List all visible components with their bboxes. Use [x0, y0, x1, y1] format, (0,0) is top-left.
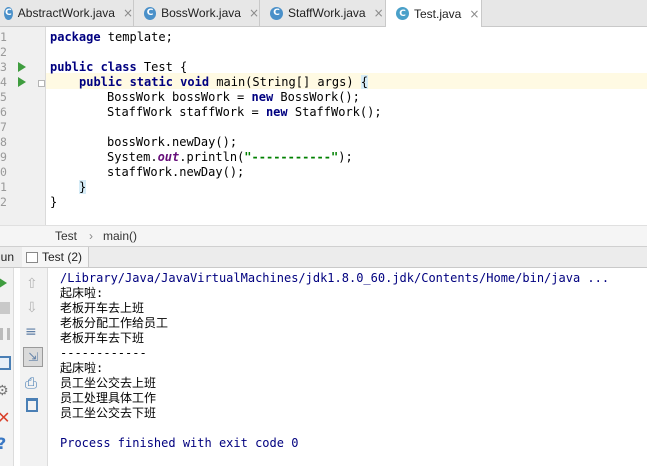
code-line: BossWork bossWork = new BossWork();	[107, 90, 360, 104]
run-method-icon[interactable]	[18, 77, 26, 87]
breadcrumb: Test › main()	[0, 225, 647, 247]
scroll-up-icon[interactable]: ⇧	[26, 276, 38, 292]
line-number: 6	[0, 105, 7, 119]
code-line: staffWork.newDay();	[107, 165, 245, 179]
class-icon: C	[144, 6, 157, 20]
line-number: 7	[0, 120, 7, 134]
line-number: 1	[0, 30, 7, 44]
tab-label: BossWork.java	[161, 6, 241, 20]
code-line: }	[79, 180, 87, 194]
run-toolbar-left: ⚙ ✕ ?	[0, 268, 14, 466]
code-line: public static void main(String[] args) {	[79, 75, 368, 89]
console-line: 员工坐公交去上班	[60, 376, 157, 390]
run-tab-label: Test (2)	[42, 250, 83, 264]
run-class-icon[interactable]	[18, 62, 26, 72]
rerun-icon[interactable]	[0, 276, 7, 290]
console-line: 老板分配工作给员工	[60, 316, 169, 330]
line-number: 4	[0, 75, 7, 89]
line-number: 0	[0, 165, 7, 179]
code-line: public class Test {	[50, 60, 188, 74]
run-config-icon	[26, 251, 38, 263]
settings-icon[interactable]: ⚙	[0, 383, 9, 399]
tab-label: StaffWork.java	[288, 6, 366, 20]
trash-icon[interactable]	[26, 398, 38, 412]
print-icon[interactable]: ⎙	[25, 374, 37, 392]
scroll-down-icon[interactable]: ⇩	[26, 300, 38, 316]
code-line: }	[50, 195, 58, 209]
console-line: 起床啦:	[60, 361, 104, 375]
code-editor[interactable]: package template; public class Test { pu…	[50, 27, 647, 225]
class-icon: C	[4, 6, 13, 20]
tab-test[interactable]: C Test.java ×	[386, 0, 482, 27]
run-toolbar-right: ⇧ ⇩ ≡ ⇲ ⎙	[20, 268, 48, 466]
run-panel-header: Run Test (2)	[0, 247, 647, 268]
console-line: 员工坐公交去下班	[60, 406, 157, 420]
line-number-gutter: 1 2 3 4 5 6 7 8 9 0 1 2	[0, 27, 46, 225]
class-icon: C	[270, 6, 283, 20]
run-panel-label: Run	[0, 250, 15, 264]
fold-marker-icon[interactable]	[38, 80, 45, 87]
console-line: 老板开车去上班	[60, 301, 145, 315]
code-line: package template;	[50, 30, 173, 44]
tab-label: Test.java	[414, 6, 462, 21]
run-tab-test[interactable]: Test (2)	[22, 247, 90, 267]
pause-icon[interactable]	[0, 328, 10, 340]
line-number: 8	[0, 135, 7, 149]
line-number: 5	[0, 90, 7, 104]
scroll-to-end-icon[interactable]: ⇲	[23, 347, 43, 367]
code-line: bossWork.newDay();	[107, 135, 238, 149]
line-number: 2	[0, 45, 7, 59]
code-line: System.out.println("-----------");	[107, 150, 353, 164]
editor-tab-bar: C AbstractWork.java × C BossWork.java × …	[0, 0, 647, 27]
breadcrumb-class[interactable]: Test	[55, 229, 77, 243]
close-run-icon[interactable]: ✕	[0, 408, 10, 427]
close-icon[interactable]: ×	[469, 7, 479, 21]
soft-wrap-icon[interactable]: ≡	[25, 324, 37, 340]
code-line: StaffWork staffWork = new StaffWork();	[107, 105, 382, 119]
line-number: 9	[0, 150, 7, 164]
close-icon[interactable]: ×	[123, 6, 133, 20]
line-number: 1	[0, 180, 7, 194]
tab-abstractwork[interactable]: C AbstractWork.java ×	[0, 0, 134, 26]
console-line: 员工处理具体工作	[60, 391, 157, 405]
line-number: 2	[0, 195, 7, 209]
breadcrumb-separator: ›	[89, 229, 93, 243]
help-icon[interactable]: ?	[0, 434, 6, 453]
tab-bosswork[interactable]: C BossWork.java ×	[134, 0, 260, 26]
console-output[interactable]: /Library/Java/JavaVirtualMachines/jdk1.8…	[50, 268, 647, 466]
console-command-line: /Library/Java/JavaVirtualMachines/jdk1.8…	[60, 271, 610, 285]
close-icon[interactable]: ×	[249, 6, 259, 20]
tab-staffwork[interactable]: C StaffWork.java ×	[260, 0, 386, 26]
dump-threads-icon[interactable]	[0, 356, 11, 370]
breadcrumb-method[interactable]: main()	[103, 229, 137, 243]
tab-label: AbstractWork.java	[17, 6, 115, 20]
class-icon: C	[396, 7, 409, 20]
line-number: 3	[0, 60, 7, 74]
console-line: 老板开车去下班	[60, 331, 145, 345]
close-icon[interactable]: ×	[374, 6, 384, 20]
console-line: 起床啦:	[60, 286, 104, 300]
console-exit-line: Process finished with exit code 0	[60, 436, 299, 450]
stop-icon[interactable]	[0, 302, 10, 314]
console-line: ------------	[60, 346, 147, 360]
